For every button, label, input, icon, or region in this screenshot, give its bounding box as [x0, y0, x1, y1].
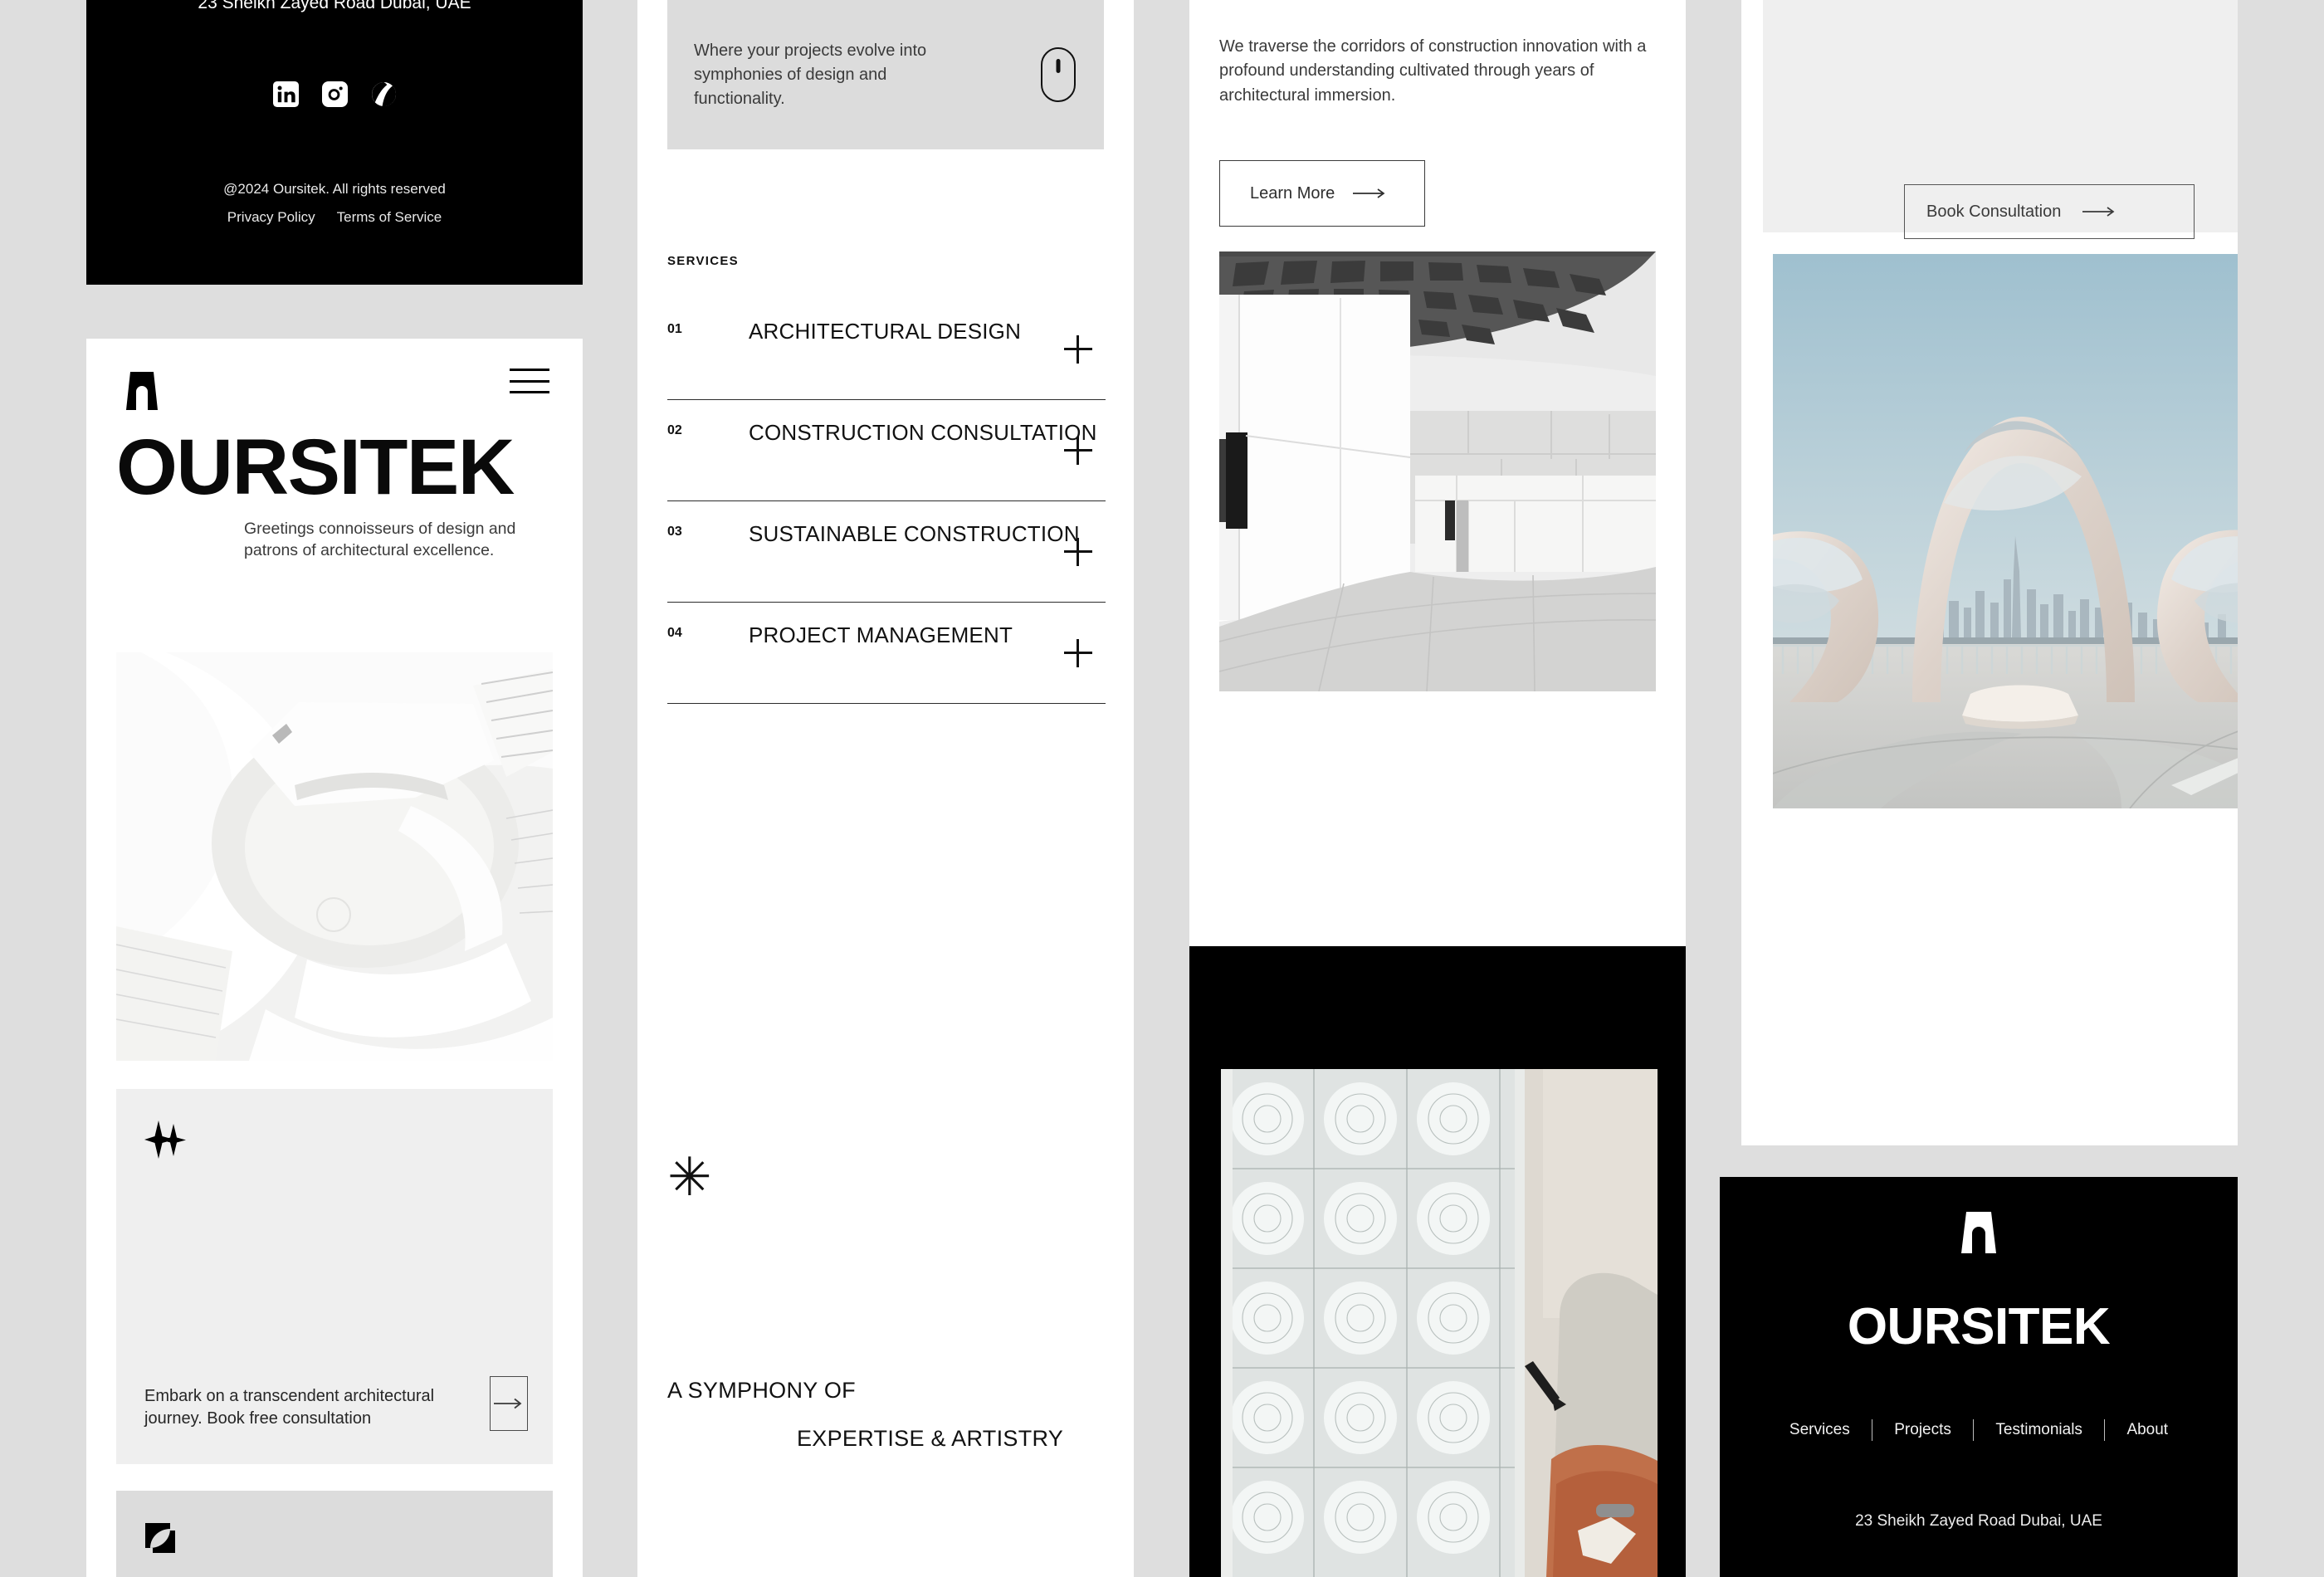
book-consultation-arrow-button[interactable]: [490, 1376, 528, 1431]
service-name: SUSTAINABLE CONSTRUCTION: [749, 521, 1080, 546]
services-panel: Where your projects evolve into symphoni…: [637, 0, 1134, 1577]
footer-address: 23 Sheikh Zayed Road Dubai, UAE: [198, 0, 471, 12]
terms-of-service-link[interactable]: Terms of Service: [337, 209, 442, 226]
privacy-policy-link[interactable]: Privacy Policy: [227, 209, 315, 226]
arrow-right-icon: [1353, 188, 1385, 198]
page-title: OURSITEK: [116, 423, 515, 511]
footer-bottom-panel: OURSITEK Services Projects Testimonials …: [1720, 1177, 2238, 1577]
leaf-square-icon: [143, 1521, 178, 1555]
arrow-right-icon: [2082, 207, 2115, 217]
service-number: 02: [667, 423, 682, 437]
footer-legal-links: Privacy Policy Terms of Service: [86, 209, 583, 226]
museum-canopy-image: [1218, 251, 1657, 692]
arch-logo-icon[interactable]: [1955, 1208, 2003, 1253]
linkedin-icon[interactable]: [272, 81, 299, 107]
service-number: 03: [667, 525, 682, 539]
service-number: 04: [667, 626, 682, 640]
cta-text: Embark on a transcendent architectural j…: [144, 1386, 435, 1428]
scroll-mouse-icon: [1041, 47, 1076, 102]
tagline-line-2: EXPERTISE & ARTISTRY: [797, 1426, 1064, 1451]
arch-logo-icon[interactable]: [120, 369, 164, 410]
footer-nav-about[interactable]: About: [2105, 1421, 2190, 1439]
service-name: PROJECT MANAGEMENT: [749, 622, 1013, 647]
footer-top-panel: 23 Sheikh Zayed Road Dubai, UAE @2024 Ou…: [86, 0, 583, 285]
service-name: CONSTRUCTION CONSULTATION: [749, 420, 1097, 445]
social-links: [86, 81, 583, 107]
gallery-dark-panel: [1189, 946, 1686, 1577]
hero-subtitle: Greetings connoisseurs of design and pat…: [244, 520, 516, 559]
footer-nav-projects[interactable]: Projects: [1872, 1421, 1973, 1439]
book-consultation-label: Book Consultation: [1926, 202, 2062, 221]
instagram-icon[interactable]: [321, 81, 348, 107]
plus-icon[interactable]: [1064, 334, 1092, 364]
footer-nav-testimonials[interactable]: Testimonials: [1974, 1421, 2104, 1439]
footer-bottom-address: 23 Sheikh Zayed Road Dubai, UAE: [1855, 1512, 2102, 1530]
dribbble-icon[interactable]: [371, 81, 397, 107]
service-number: 01: [667, 322, 682, 336]
about-text: We traverse the corridors of constructio…: [1219, 37, 1647, 105]
about-panel: We traverse the corridors of constructio…: [1189, 0, 1686, 946]
plus-icon[interactable]: [1064, 638, 1092, 667]
book-consultation-button[interactable]: Book Consultation: [1904, 184, 2195, 239]
service-item[interactable]: 03 SUSTAINABLE CONSTRUCTION: [667, 501, 1106, 603]
learn-more-button[interactable]: Learn More: [1219, 160, 1425, 227]
glass-facade-image: [1221, 1069, 1658, 1577]
service-item[interactable]: 02 CONSTRUCTION CONSULTATION: [667, 400, 1106, 501]
dubai-arches-image: [1748, 254, 2238, 809]
arrow-right-icon: [494, 1398, 522, 1409]
learn-more-label: Learn More: [1250, 183, 1335, 203]
footer-copyright: @2024 Oursitek. All rights reserved: [223, 181, 446, 197]
leaf-card: [116, 1491, 553, 1577]
services-label: SERVICES: [667, 254, 739, 268]
footer-nav-services[interactable]: Services: [1768, 1421, 1872, 1439]
sparkle-icon: [144, 1119, 186, 1160]
quote-card: Where your projects evolve into symphoni…: [667, 0, 1104, 149]
services-list: 01 ARCHITECTURAL DESIGN 02 CONSTRUCTION …: [667, 299, 1106, 704]
footer-brand: OURSITEK: [1847, 1298, 2111, 1355]
consultation-cta-card: Embark on a transcendent architectural j…: [116, 1089, 553, 1464]
tagline-line-1: A SYMPHONY OF: [667, 1378, 856, 1403]
cta-row: Embark on a transcendent architectural j…: [144, 1376, 528, 1431]
header-bar: [86, 339, 583, 410]
asterisk-icon: ✳: [667, 1147, 712, 1207]
plus-icon[interactable]: [1064, 537, 1092, 566]
page-board: 23 Sheikh Zayed Road Dubai, UAE @2024 Ou…: [0, 0, 2324, 1577]
footer-nav: Services Projects Testimonials About: [1720, 1419, 2238, 1441]
service-item[interactable]: 01 ARCHITECTURAL DESIGN: [667, 299, 1106, 400]
quote-text: Where your projects evolve into symphoni…: [694, 41, 927, 108]
hamburger-menu-icon[interactable]: [510, 369, 549, 393]
hero-image: [116, 652, 553, 1061]
service-name: ARCHITECTURAL DESIGN: [749, 319, 1022, 344]
plus-icon[interactable]: [1064, 436, 1092, 465]
service-item[interactable]: 04 PROJECT MANAGEMENT: [667, 603, 1106, 704]
contact-panel: CONTACT OURSITEK TODAY AND LET'S BRING Y…: [1741, 0, 2238, 1145]
